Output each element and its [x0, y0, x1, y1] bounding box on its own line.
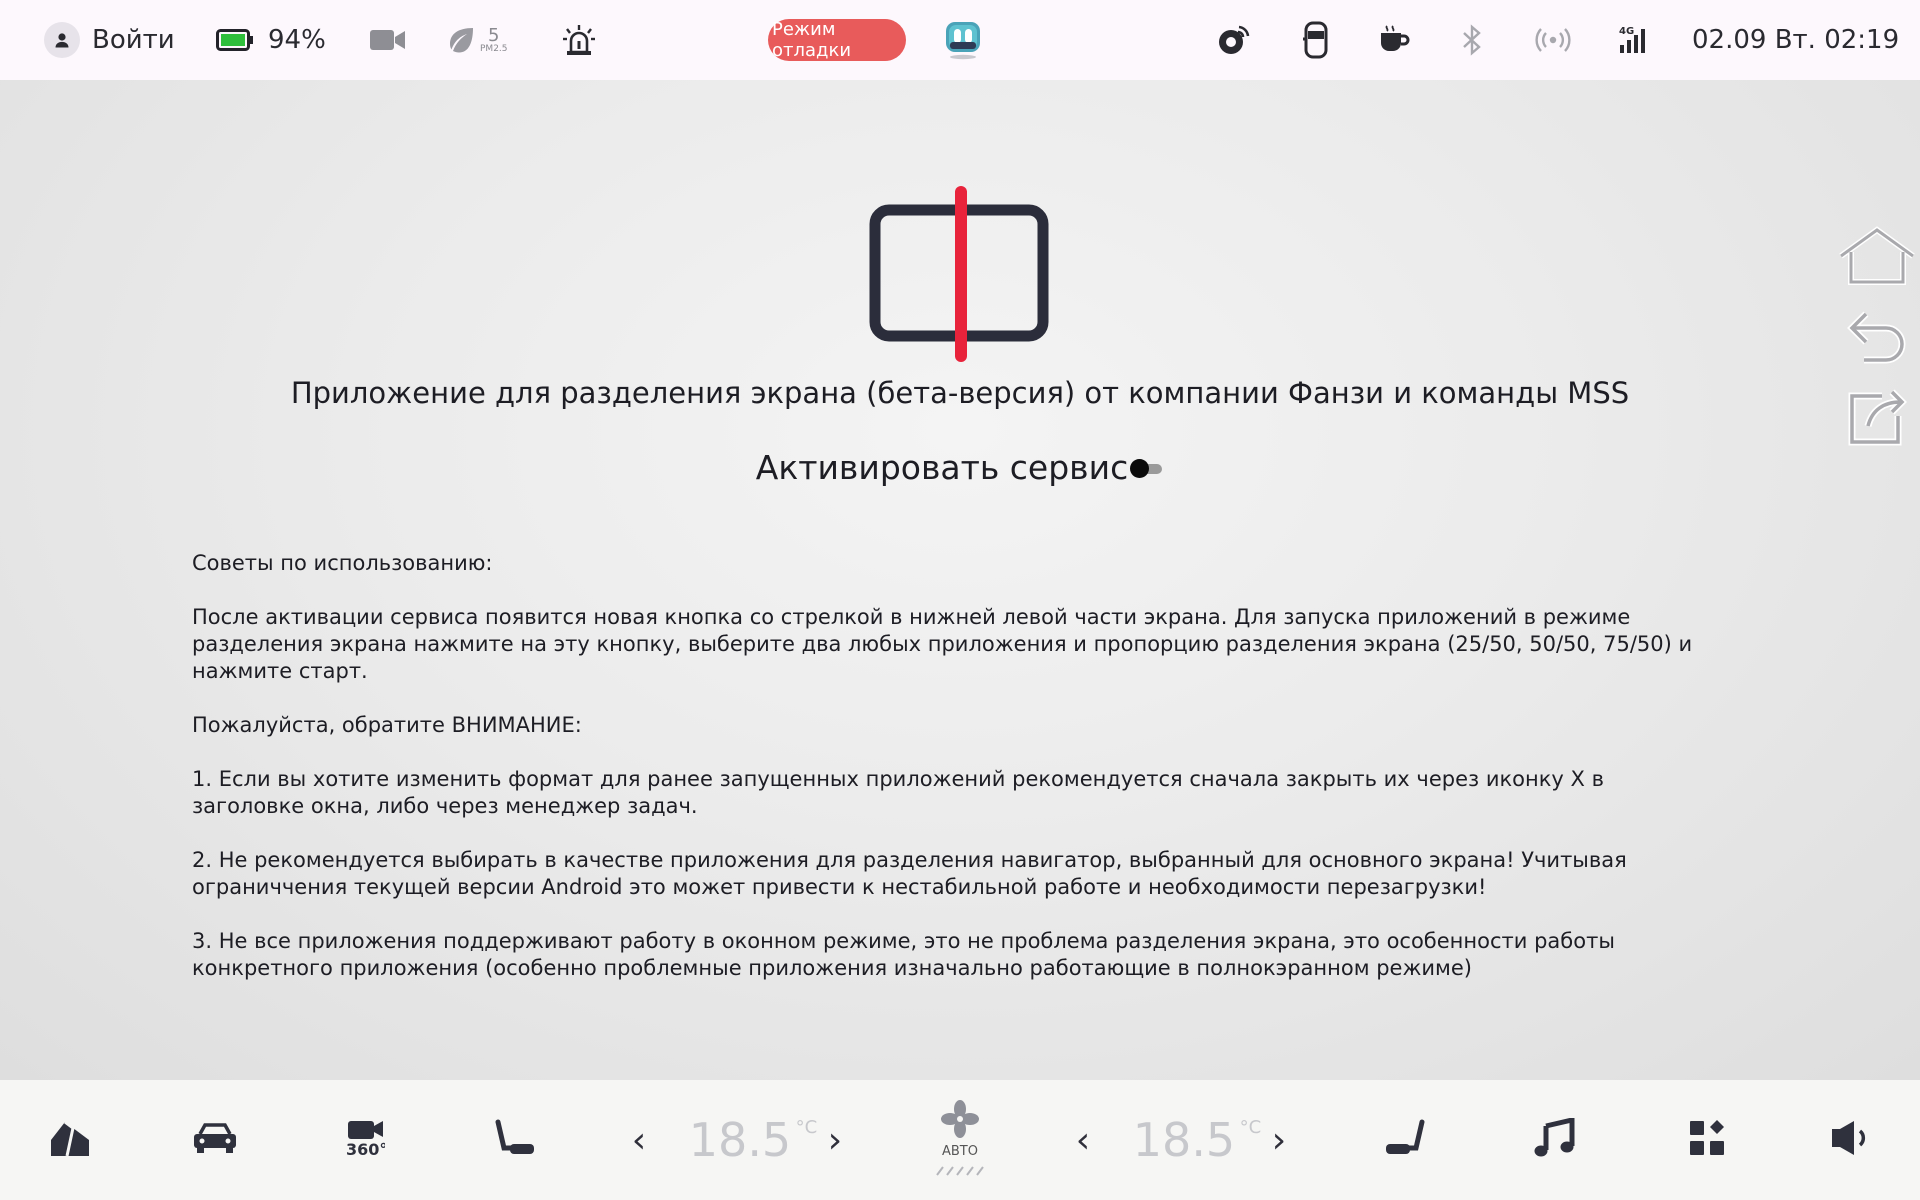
tips-attention: Пожалуйста, обратите ВНИМАНИЕ: [192, 713, 582, 737]
volume-button[interactable] [1830, 1080, 1872, 1200]
alarm-button[interactable] [562, 0, 596, 80]
navigation-icon [49, 1118, 91, 1162]
door-icon [1302, 21, 1330, 59]
cup-icon [1378, 25, 1410, 55]
main-content: Приложение для разделения экрана (бета-в… [0, 80, 1920, 1080]
camera-icon [370, 28, 406, 52]
door-status-button[interactable] [1302, 0, 1330, 80]
svg-text:4G: 4G [1619, 26, 1634, 37]
right-temperature: 18.5 °C [1126, 1080, 1261, 1200]
right-temp-value: 18.5 [1132, 1113, 1236, 1167]
apps-button[interactable] [1688, 1080, 1726, 1200]
car-icon [192, 1122, 238, 1158]
back-button[interactable] [1846, 306, 1910, 370]
bluetooth-icon [1461, 24, 1483, 56]
mobile-signal: 4G [1618, 0, 1650, 80]
fan-mode-label: АВТО [942, 1144, 978, 1159]
activate-service-row: Активировать сервис [0, 448, 1920, 487]
signal-4g-icon: 4G [1618, 25, 1650, 55]
share-icon [1846, 389, 1908, 450]
battery-status: 94% [216, 0, 326, 80]
tip-item: 2. Не рекомендуется выбирать в качестве … [192, 848, 1627, 899]
datetime: 02.09 Вт. 02:19 [1692, 25, 1900, 55]
pm-value: 5 [488, 24, 500, 46]
left-temperature: 18.5 °C [682, 1080, 817, 1200]
right-temp-down-button[interactable]: ‹ [1070, 1080, 1096, 1200]
toggle-knob [1130, 458, 1150, 478]
pm-unit: PM2.5 [480, 43, 508, 54]
right-temp-unit: °C [1239, 1117, 1262, 1138]
status-bar: Войти 94% 5 PM2.5 Режим отладки 4G 02.09… [0, 0, 1920, 80]
tire-pressure-button[interactable] [1217, 0, 1251, 80]
seat-icon [492, 1118, 536, 1162]
login-label: Войти [92, 25, 175, 55]
navigation-button[interactable] [48, 1080, 92, 1200]
seat-right-icon [1384, 1118, 1428, 1162]
robot-app-icon [944, 20, 982, 60]
login-button[interactable]: Войти [44, 0, 175, 80]
debug-mode-badge[interactable]: Режим отладки [768, 19, 906, 61]
battery-icon [216, 29, 254, 51]
user-icon [44, 22, 80, 58]
cup-holder-button[interactable] [1378, 0, 1410, 80]
home-icon [1837, 226, 1917, 290]
left-temp-unit: °C [795, 1117, 818, 1138]
left-temp-up-button[interactable]: › [822, 1080, 848, 1200]
camera-360-icon: 360° [345, 1119, 387, 1161]
tip-item: 1. Если вы хотите изменить формат для ра… [192, 767, 1604, 818]
home-button[interactable] [1837, 226, 1917, 290]
robot-app-button[interactable] [944, 0, 982, 80]
usage-tips: Советы по использованию: После активации… [192, 550, 1712, 1009]
app-title: Приложение для разделения экрана (бета-в… [290, 376, 1630, 410]
activate-service-label: Активировать сервис [755, 448, 1129, 487]
bottom-dock: 360° ‹ 18.5 °C › АВТО ‹ 18.5 °C › [0, 1080, 1920, 1200]
volume-icon [1830, 1119, 1872, 1161]
split-screen-logo-icon [868, 184, 1054, 368]
dashcam-button[interactable] [370, 0, 406, 80]
share-button[interactable] [1846, 386, 1908, 450]
bluetooth-button[interactable] [1461, 0, 1483, 80]
seat-left-button[interactable] [492, 1080, 536, 1200]
leaf-icon [446, 26, 476, 54]
fan-level-icon [935, 1161, 985, 1180]
vehicle-button[interactable] [192, 1080, 238, 1200]
tips-heading: Советы по использованию: [192, 551, 493, 575]
back-icon [1846, 311, 1910, 370]
hotspot-icon [1534, 27, 1572, 53]
music-button[interactable] [1534, 1080, 1576, 1200]
apps-grid-icon [1688, 1119, 1726, 1161]
hotspot-button[interactable] [1534, 0, 1572, 80]
seat-right-button[interactable] [1384, 1080, 1428, 1200]
tip-item: 3. Не все приложения поддерживают работу… [192, 929, 1615, 980]
alarm-icon [562, 24, 596, 56]
air-quality: 5 PM2.5 [446, 0, 508, 80]
left-temp-down-button[interactable]: ‹ [626, 1080, 652, 1200]
fan-auto-button[interactable]: АВТО [930, 1080, 990, 1200]
battery-percent: 94% [268, 25, 326, 55]
left-temp-value: 18.5 [688, 1113, 792, 1167]
tips-intro: После активации сервиса появится новая к… [192, 605, 1693, 683]
camera-360-label: 360° [346, 1140, 385, 1157]
camera-360-button[interactable]: 360° [345, 1080, 387, 1200]
tire-pressure-icon [1217, 24, 1251, 56]
activate-service-toggle[interactable] [1130, 458, 1164, 478]
fan-icon [940, 1100, 980, 1142]
right-temp-up-button[interactable]: › [1266, 1080, 1292, 1200]
music-icon [1534, 1116, 1576, 1162]
